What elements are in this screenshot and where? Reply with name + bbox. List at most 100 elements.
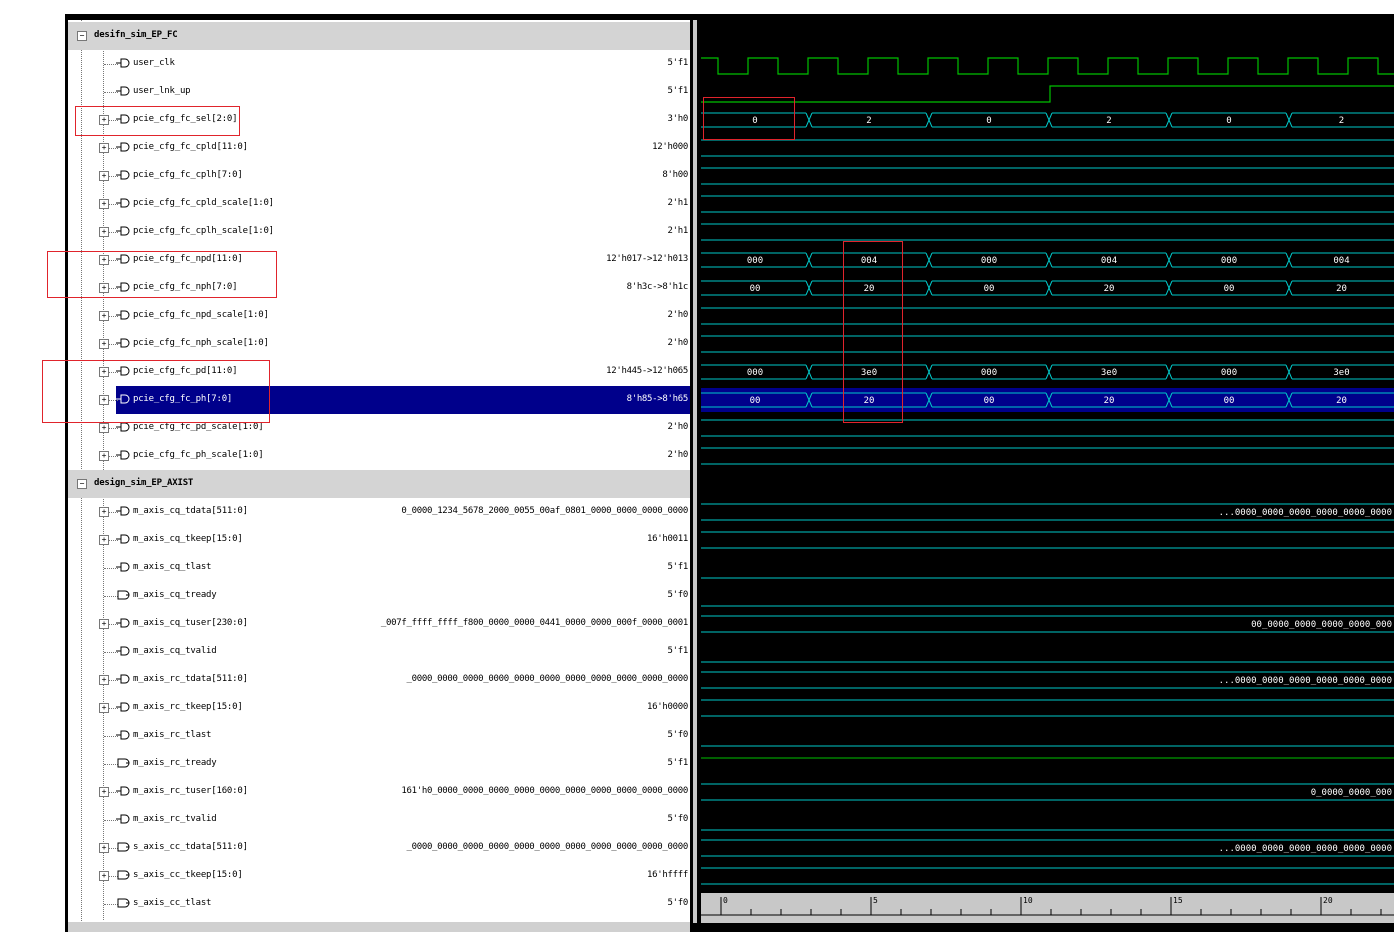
output-port-icon — [116, 534, 130, 544]
signal-name: pcie_cfg_fc_cplh[7:0] — [133, 170, 243, 180]
expand-icon[interactable]: + — [99, 395, 109, 405]
expand-icon[interactable]: + — [99, 535, 109, 545]
tree-group-row[interactable]: − desifn_sim_EP_FC — [68, 22, 690, 50]
bus-flat-wave — [701, 223, 1394, 241]
output-port-icon — [116, 674, 130, 684]
signal-row[interactable]: user_clk 5'f1 — [68, 50, 690, 78]
bus-value-label: 3e0 — [1101, 368, 1117, 378]
signal-name: pcie_cfg_fc_nph_scale[1:0] — [133, 338, 269, 348]
signal-row[interactable]: + pcie_cfg_fc_cpld[11:0] 12'h000 — [68, 134, 690, 162]
signal-row[interactable]: + s_axis_cc_tdata[511:0] _0000_0000_0000_0… — [68, 834, 690, 862]
signal-row[interactable]: + m_axis_rc_tkeep[15:0] 16'h0000 — [68, 694, 690, 722]
signal-row[interactable]: + pcie_cfg_fc_npd_scale[1:0] 2'h0 — [68, 302, 690, 330]
bus-flat-wave — [701, 699, 1394, 717]
signal-row[interactable]: + pcie_cfg_fc_ph_scale[1:0] 2'h0 — [68, 442, 690, 470]
expand-icon[interactable]: + — [99, 619, 109, 629]
bus-value-label: 20 — [1104, 396, 1115, 406]
bus-transition — [925, 112, 933, 128]
signal-value: 8'h00 — [662, 170, 688, 180]
horizontal-scrollbar[interactable] — [68, 922, 690, 932]
signal-row[interactable]: + m_axis_cq_tkeep[15:0] 16'h0011 — [68, 526, 690, 554]
expand-icon[interactable]: + — [99, 843, 109, 853]
bus-value-label: 20 — [864, 396, 875, 406]
signal-row[interactable]: + s_axis_cc_tkeep[15:0] 16'hffff — [68, 862, 690, 890]
expand-icon[interactable]: + — [99, 115, 109, 125]
expand-icon[interactable]: + — [99, 255, 109, 265]
signal-value: 5'f0 — [667, 898, 689, 908]
bus-value-label: 00 — [1224, 396, 1235, 406]
pane-splitter[interactable] — [690, 20, 701, 923]
bus-value-label: 20 — [1336, 284, 1347, 294]
expand-icon[interactable]: + — [99, 339, 109, 349]
signal-row[interactable]: + m_axis_rc_tuser[160:0] 161'h0_0000_0000_… — [68, 778, 690, 806]
signal-row[interactable]: + pcie_cfg_fc_cpld_scale[1:0] 2'h1 — [68, 190, 690, 218]
signal-row[interactable]: + pcie_cfg_fc_npd[11:0] 12'h017->12'h013 — [68, 246, 690, 274]
signal-row[interactable]: user_lnk_up 5'f1 — [68, 78, 690, 106]
signal-name: m_axis_rc_tdata[511:0] — [133, 674, 248, 684]
expand-icon[interactable]: + — [99, 199, 109, 209]
signal-row[interactable]: m_axis_rc_tready 5'f1 — [68, 750, 690, 778]
expand-icon[interactable]: + — [99, 143, 109, 153]
signal-row[interactable]: m_axis_cq_tvalid 5'f1 — [68, 638, 690, 666]
signal-name: m_axis_cq_tlast — [133, 562, 212, 572]
expand-icon[interactable]: + — [99, 507, 109, 517]
signal-row[interactable]: + pcie_cfg_fc_cplh_scale[1:0] 2'h1 — [68, 218, 690, 246]
expand-icon[interactable]: + — [99, 171, 109, 181]
signal-row[interactable]: s_axis_cc_tlast 5'f0 — [68, 890, 690, 918]
expand-icon[interactable]: + — [99, 703, 109, 713]
signal-row[interactable]: + pcie_cfg_fc_sel[2:0] 3'h0 — [68, 106, 690, 134]
signal-row[interactable]: m_axis_cq_tlast 5'f1 — [68, 554, 690, 582]
signal-name: pcie_cfg_fc_npd_scale[1:0] — [133, 310, 269, 320]
bus-value-label: ...0000_0000_0000_0000_0000_0000 — [1219, 508, 1392, 518]
signal-value: 5'f1 — [667, 58, 689, 68]
output-port-icon — [116, 114, 130, 124]
signal-row[interactable]: + m_axis_rc_tdata[511:0] _0000_0000_0000_0… — [68, 666, 690, 694]
ruler-tick-label: 15 — [1173, 896, 1183, 905]
signal-row[interactable]: + pcie_cfg_fc_cplh[7:0] 8'h00 — [68, 162, 690, 190]
signal-row[interactable]: + pcie_cfg_fc_nph_scale[1:0] 2'h0 — [68, 330, 690, 358]
expand-icon[interactable]: + — [99, 367, 109, 377]
expand-icon[interactable]: + — [99, 787, 109, 797]
signal-name: pcie_cfg_fc_cpld_scale[1:0] — [133, 198, 274, 208]
bus-value-label: 000 — [981, 256, 997, 266]
bus-transition — [805, 280, 813, 296]
signal-row[interactable]: + pcie_cfg_fc_pd_scale[1:0] 2'h0 — [68, 414, 690, 442]
waveform-canvas[interactable]: 0 2 0 2 0 2000 004 000 004 000 00400 20 00 20 00 20000 3… — [701, 20, 1394, 923]
collapse-icon[interactable]: − — [77, 31, 87, 41]
bus-value-label: 000 — [1221, 256, 1237, 266]
expand-icon[interactable]: + — [99, 311, 109, 321]
signal-value: 16'h0011 — [647, 534, 688, 544]
signal-name: pcie_cfg_fc_ph[7:0] — [133, 394, 233, 404]
ruler-tick-label: 20 — [1323, 896, 1333, 905]
signal-row[interactable]: + m_axis_cq_tuser[230:0] _007f_ffff_ffff_f… — [68, 610, 690, 638]
bus-transition — [1285, 252, 1293, 268]
bus-value-label: 2 — [1339, 116, 1344, 126]
signal-row[interactable]: m_axis_cq_tready 5'f0 — [68, 582, 690, 610]
signal-value: 5'f0 — [667, 814, 689, 824]
bus-transition — [1045, 112, 1053, 128]
output-port-icon — [116, 730, 130, 740]
signal-tree-panel: − desifn_sim_EP_FC user_clk 5'f1 user_lnk_up… — [68, 20, 690, 923]
expand-icon[interactable]: + — [99, 423, 109, 433]
expand-icon[interactable]: + — [99, 675, 109, 685]
signal-value: 2'h0 — [667, 450, 689, 460]
signal-row[interactable]: + pcie_cfg_fc_nph[7:0] 8'h3c->8'h1c — [68, 274, 690, 302]
signal-row[interactable]: m_axis_rc_tlast 5'f0 — [68, 722, 690, 750]
signal-row[interactable]: + pcie_cfg_fc_ph[7:0] 8'h85->8'h65 — [68, 386, 690, 414]
signal-name: pcie_cfg_fc_cplh_scale[1:0] — [133, 226, 274, 236]
expand-icon[interactable]: + — [99, 283, 109, 293]
signal-row[interactable]: + m_axis_cq_tdata[511:0] 0_0000_1234_5678_… — [68, 498, 690, 526]
signal-row[interactable]: + pcie_cfg_fc_pd[11:0] 12'h445->12'h065 — [68, 358, 690, 386]
output-port-icon — [116, 394, 130, 404]
expand-icon[interactable]: + — [99, 227, 109, 237]
signal-name: user_lnk_up — [133, 86, 191, 96]
expand-icon[interactable]: + — [99, 451, 109, 461]
input-port-icon — [117, 870, 130, 880]
bus-transition — [925, 252, 933, 268]
expand-icon[interactable]: + — [99, 871, 109, 881]
signal-row[interactable]: m_axis_rc_tvalid 5'f0 — [68, 806, 690, 834]
bus-value-label: 0_0000_0000_000 — [1311, 788, 1392, 798]
output-port-icon — [116, 170, 130, 180]
collapse-icon[interactable]: − — [77, 479, 87, 489]
tree-group-row[interactable]: − design_sim_EP_AXIST — [68, 470, 690, 498]
